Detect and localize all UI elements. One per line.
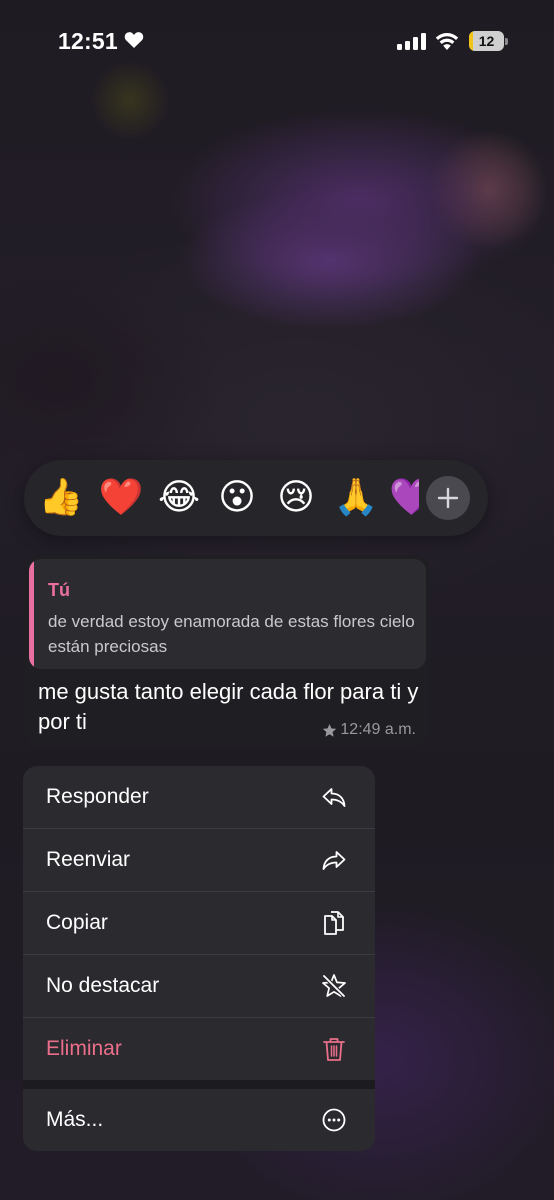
menu-item-forward[interactable]: Reenviar <box>23 829 375 891</box>
menu-item-label: No destacar <box>46 974 160 997</box>
more-icon <box>322 1108 346 1132</box>
quote-accent-bar <box>29 559 34 669</box>
reaction-praying-hands[interactable]: 🙏 <box>333 477 379 517</box>
message-bubble[interactable]: Tú de verdad estoy enamorada de estas fl… <box>25 555 430 747</box>
reaction-thumbs-up[interactable]: 👍 <box>38 477 84 517</box>
context-menu: Responder Reenviar Copiar No destacar El… <box>23 766 375 1151</box>
menu-item-copy[interactable]: Copiar <box>23 892 375 954</box>
menu-item-reply[interactable]: Responder <box>23 766 375 828</box>
quoted-message[interactable]: Tú de verdad estoy enamorada de estas fl… <box>29 559 426 669</box>
trash-icon <box>323 1038 345 1061</box>
forward-icon <box>322 851 346 870</box>
reply-icon <box>322 788 346 807</box>
menu-item-unstar[interactable]: No destacar <box>23 955 375 1017</box>
copy-icon <box>324 911 344 935</box>
battery-icon: 12 <box>469 31 509 52</box>
quote-text: de verdad estoy enamorada de estas flore… <box>48 612 415 656</box>
cellular-signal-icon <box>397 33 426 50</box>
menu-item-label: Responder <box>46 785 149 808</box>
plus-icon <box>437 487 459 509</box>
message-time: 12:49 a.m. <box>340 721 416 738</box>
more-reactions-button[interactable] <box>426 476 470 520</box>
reaction-surprised[interactable]: 😮 <box>214 477 260 517</box>
battery-level: 12 <box>478 33 495 49</box>
menu-item-delete[interactable]: Eliminar <box>23 1018 375 1080</box>
unstar-icon <box>322 974 346 998</box>
star-icon <box>323 723 337 737</box>
reaction-laughing[interactable]: 😂 <box>156 477 202 517</box>
status-bar: 12:51 12 <box>0 0 554 86</box>
status-time: 12:51 <box>58 28 118 54</box>
wifi-icon <box>435 33 459 50</box>
message-meta: 12:49 a.m. <box>322 721 416 739</box>
menu-item-label: Eliminar <box>46 1037 122 1060</box>
menu-item-label: Reenviar <box>46 848 131 871</box>
menu-item-label: Copiar <box>46 911 108 934</box>
reaction-bar: 👍 ❤️ 😂 😮 😢 🙏 💜 <box>24 460 488 536</box>
heart-icon <box>124 32 144 48</box>
menu-group-gap <box>23 1080 375 1089</box>
menu-item-more[interactable]: Más... <box>23 1089 375 1151</box>
reaction-heart[interactable]: ❤️ <box>98 477 144 517</box>
menu-item-label: Más... <box>46 1108 104 1131</box>
reaction-purple-heart[interactable]: 💜 <box>389 477 419 517</box>
quote-author: Tú <box>48 580 70 600</box>
reaction-crying[interactable]: 😢 <box>273 477 319 517</box>
